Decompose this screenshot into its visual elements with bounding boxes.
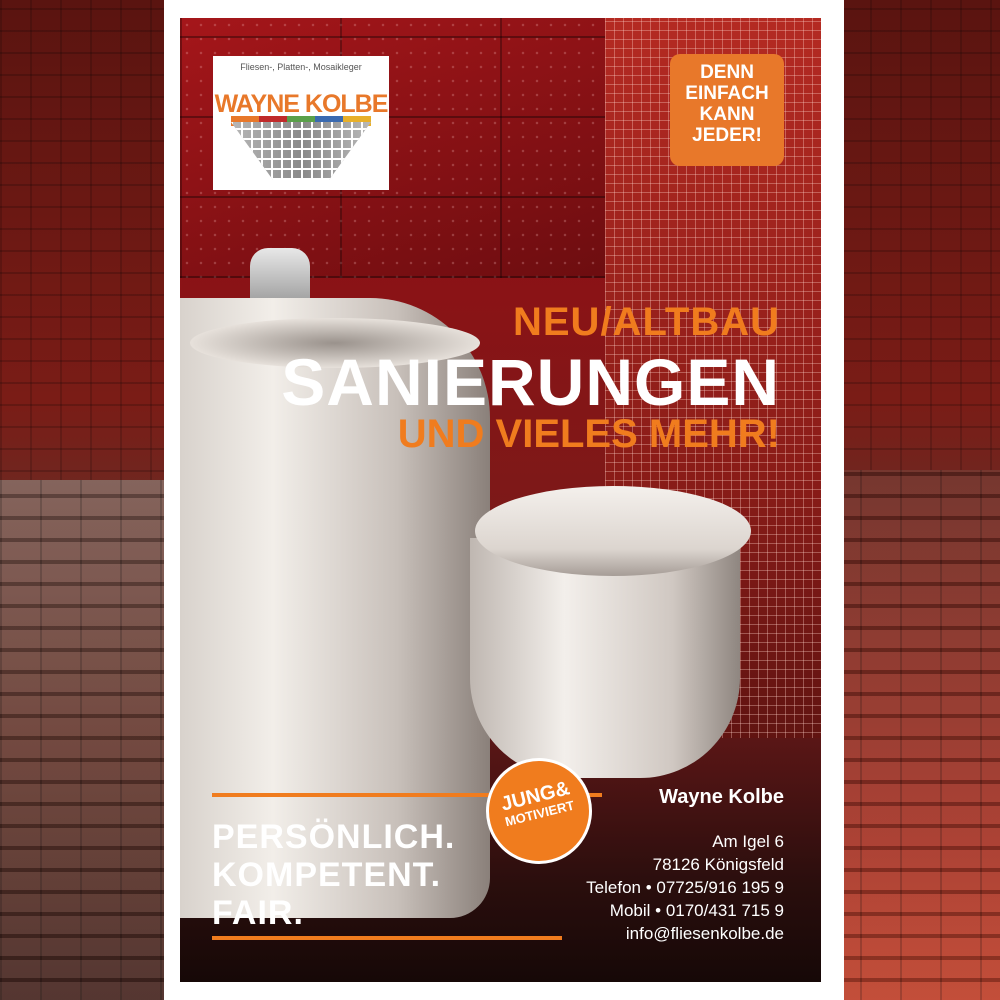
contact-block: Wayne Kolbe Am Igel 6 78126 Königsfeld T… — [540, 784, 784, 945]
contact-email: info@fliesenkolbe.de — [625, 924, 784, 943]
headline-sanierungen: SANIERUNGEN — [281, 345, 780, 419]
logo-name: WAYNE KOLBE — [214, 90, 389, 118]
badge-line: JEDER! — [692, 125, 762, 146]
badge-line: EINFACH — [685, 83, 769, 104]
background-blocks-left — [0, 480, 180, 1000]
slogan-line: FAIR. — [212, 894, 304, 932]
contact-street: Am Igel 6 — [712, 832, 784, 851]
slogan-line: KOMPETENT. — [212, 856, 442, 894]
slogan-line: PERSÖNLICH. — [212, 818, 456, 856]
toilet-lid — [475, 486, 751, 576]
headline-neu-altbau: NEU/ALTBAU — [512, 300, 780, 344]
slogan-badge: DENN EINFACH KANN JEDER! — [670, 54, 784, 166]
contact-mobile: Mobil • 0170/431 715 9 — [609, 901, 784, 920]
badge-line: DENN — [700, 62, 754, 83]
divider-bottom — [212, 936, 562, 940]
contact-phone: Telefon • 07725/916 195 9 — [586, 878, 784, 897]
logo-tile-graphic — [231, 122, 371, 180]
logo-subtitle: Fliesen-, Platten-, Mosaikleger — [240, 62, 362, 72]
contact-name: Wayne Kolbe — [659, 786, 784, 808]
contact-city: 78126 Königsfeld — [652, 855, 784, 874]
slogan: PERSÖNLICH. KOMPETENT. FAIR. — [212, 818, 455, 932]
badge-line: KANN — [699, 104, 755, 125]
headline-und-vieles-mehr: UND VIELES MEHR! — [397, 412, 780, 456]
company-logo: Fliesen-, Platten-, Mosaikleger WAYNE KO… — [213, 56, 389, 190]
background-blocks-right — [820, 470, 1000, 1000]
